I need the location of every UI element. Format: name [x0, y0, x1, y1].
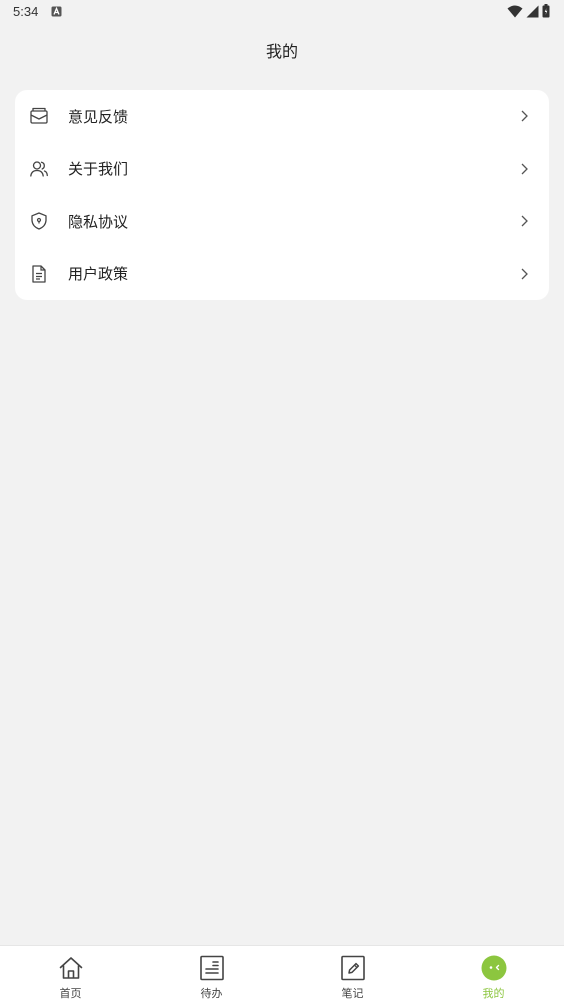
- tab-notes[interactable]: 笔记: [282, 946, 423, 1005]
- battery-icon: [542, 4, 550, 18]
- status-time: 5:34: [13, 4, 39, 19]
- users-icon: [29, 159, 49, 179]
- bottom-tab-bar: 首页 待办 笔记 我的: [0, 945, 564, 1005]
- tab-home[interactable]: 首页: [0, 946, 141, 1005]
- chevron-right-icon: [521, 110, 528, 122]
- status-bar: 5:34: [0, 0, 564, 24]
- tab-label: 笔记: [341, 987, 364, 1000]
- chevron-right-icon: [521, 215, 528, 227]
- note-edit-icon: [340, 955, 366, 981]
- menu-item-label: 用户政策: [68, 265, 129, 284]
- feedback-mail-icon: [29, 106, 49, 126]
- home-icon: [58, 955, 84, 981]
- tab-label: 首页: [59, 987, 82, 1000]
- shield-icon: [29, 211, 49, 231]
- status-icons: [507, 4, 550, 18]
- tab-label: 我的: [482, 987, 505, 1000]
- profile-face-icon: [481, 955, 507, 981]
- settings-menu-card: 意见反馈 关于我们 隐私协议 用户政策: [15, 90, 549, 300]
- tab-label: 待办: [200, 987, 223, 1000]
- todo-list-icon: [199, 955, 225, 981]
- document-icon: [29, 264, 49, 284]
- page-title: 我的: [265, 42, 298, 61]
- menu-item-label: 隐私协议: [68, 212, 129, 231]
- menu-item-privacy[interactable]: 隐私协议: [15, 195, 549, 248]
- menu-item-about-us[interactable]: 关于我们: [15, 143, 549, 196]
- wifi-icon: [507, 5, 523, 17]
- menu-item-label: 意见反馈: [68, 107, 129, 126]
- menu-item-feedback[interactable]: 意见反馈: [15, 90, 549, 143]
- signal-icon: [526, 5, 539, 17]
- a-badge-icon: [51, 6, 62, 17]
- chevron-right-icon: [521, 163, 528, 175]
- tab-todo[interactable]: 待办: [141, 946, 282, 1005]
- tab-profile[interactable]: 我的: [423, 946, 564, 1005]
- menu-item-user-policy[interactable]: 用户政策: [15, 248, 549, 301]
- menu-item-label: 关于我们: [68, 160, 129, 179]
- chevron-right-icon: [521, 268, 528, 280]
